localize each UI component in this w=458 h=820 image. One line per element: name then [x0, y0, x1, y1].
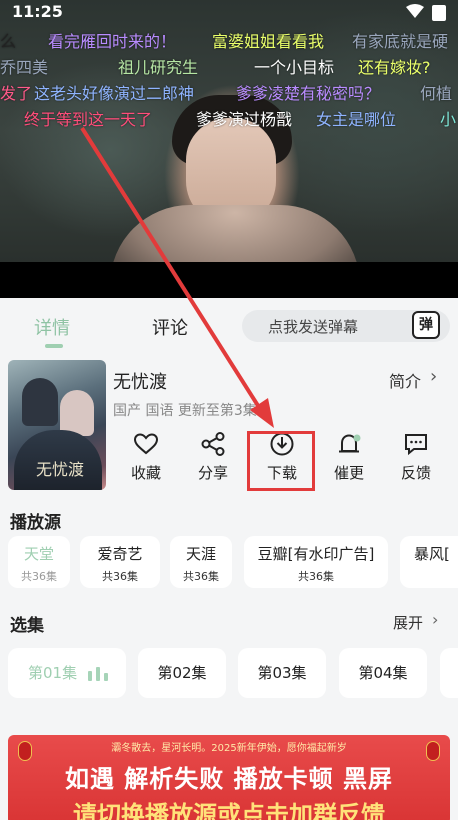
sources-title: 播放源: [10, 513, 61, 533]
danmaku-comment: 发了: [0, 84, 33, 103]
source-name: 豆瓣[有水印广告]: [257, 545, 375, 563]
source-count: 共36集: [102, 570, 138, 583]
episode-button[interactable]: 第03集: [238, 648, 326, 698]
danmaku-comment: 富婆姐姐看看我: [212, 32, 325, 51]
danmaku-comment: 这老头好像演过二郎神: [34, 84, 195, 103]
bell-icon: [339, 434, 361, 453]
urge-update-button[interactable]: 催更: [321, 432, 377, 483]
danmaku-comment: 有家底就是硬: [352, 32, 449, 51]
poster-title: 无忧渡: [36, 460, 85, 479]
danmaku-comment: 么: [0, 32, 17, 51]
danmaku-comment: 小: [440, 110, 457, 129]
source-card[interactable]: 天涯 共36集: [170, 536, 232, 588]
heart-icon: [133, 433, 159, 455]
share-label: 分享: [197, 464, 228, 482]
danmaku-comment: 乔四美: [0, 58, 49, 77]
episode-button[interactable]: 第02集: [138, 648, 226, 698]
danmaku-comment: 爹爹凌楚有秘密吗？: [236, 84, 381, 103]
video-letterbox: [0, 262, 458, 298]
favorite-button[interactable]: 收藏: [118, 432, 174, 483]
feedback-icon: [405, 434, 427, 456]
source-card[interactable]: 爱奇艺 共36集: [80, 536, 160, 588]
danmaku-comment: 还有嫁妆?: [358, 58, 431, 77]
danmaku-comment: 女主是哪位: [316, 110, 397, 129]
banner-greeting: 灞冬散去，星河长明。2025新年伊始，愿你福起新岁: [111, 743, 347, 754]
status-time: 11:25: [12, 2, 63, 21]
danmaku-toggle-button[interactable]: 弹: [412, 311, 440, 339]
danmaku-comment: 祖儿研究生: [118, 58, 199, 77]
share-button[interactable]: 分享: [185, 432, 241, 483]
danmaku-comment: 何植: [420, 84, 453, 103]
download-highlight-box: [247, 431, 315, 491]
show-poster[interactable]: 无忧渡: [8, 360, 106, 490]
expand-link[interactable]: 展开: [393, 612, 423, 633]
detail-panel: 详情 评论 点我发送弹幕 弹 无忧渡 无忧渡 简介 › 国产 国语 更新至第3集…: [0, 298, 458, 820]
episodes-title: 选集: [10, 616, 44, 636]
source-count: 共36集: [298, 570, 334, 583]
intro-link[interactable]: 简介: [389, 368, 421, 392]
tab-comments[interactable]: 评论: [152, 314, 188, 340]
danmaku-comment: 终于等到这一天了: [24, 110, 153, 129]
source-count: 共36集: [183, 570, 219, 583]
status-bar: 11:25: [0, 0, 458, 24]
episode-label: 第01集: [28, 664, 78, 682]
source-card[interactable]: 天堂 共36集: [8, 536, 70, 588]
chevron-right-icon[interactable]: ›: [432, 610, 438, 629]
source-name: 爱奇艺: [97, 545, 143, 563]
poster-figure: [60, 390, 94, 436]
tab-details[interactable]: 详情: [34, 314, 70, 340]
favorite-label: 收藏: [130, 464, 161, 482]
show-meta: 国产 国语 更新至第3集: [113, 403, 257, 419]
source-name: 暴风[: [414, 545, 450, 563]
feedback-button[interactable]: 反馈: [388, 432, 444, 483]
urge-label: 催更: [333, 464, 364, 482]
episode-button[interactable]: [440, 648, 458, 698]
source-name: 天堂: [23, 545, 54, 563]
source-name: 天涯: [185, 545, 216, 563]
episode-button[interactable]: 第04集: [339, 648, 427, 698]
danmaku-comment: 一个小目标: [254, 58, 335, 77]
feedback-label: 反馈: [400, 464, 431, 482]
danmaku-comment: 看完雁回时来的！: [48, 32, 177, 51]
now-playing-icon: [88, 667, 110, 681]
show-title: 无忧渡: [113, 372, 167, 393]
video-player[interactable]: 11:25 么 看完雁回时来的！ 富婆姐姐看看我 有家底就是硬 乔四美 祖儿研究…: [0, 0, 458, 298]
battery-icon: [432, 5, 446, 21]
source-count: 共36集: [21, 570, 57, 583]
banner-line-1: 如遇 解析失败 播放卡顿 黑屏: [64, 765, 394, 793]
source-card[interactable]: 暴风[: [400, 536, 458, 588]
source-card[interactable]: 豆瓣[有水印广告] 共36集: [244, 536, 388, 588]
tab-indicator: [45, 344, 63, 348]
chevron-right-icon[interactable]: ›: [430, 366, 437, 387]
poster-figure: [22, 378, 58, 426]
episode-button[interactable]: 第01集: [8, 648, 126, 698]
danmaku-comment: 爹爹演过杨戬: [196, 110, 293, 129]
notice-banner[interactable]: 灞冬散去，星河长明。2025新年伊始，愿你福起新岁 如遇 解析失败 播放卡顿 黑…: [8, 735, 450, 820]
share-icon: [201, 432, 225, 456]
banner-line-2: 请切换播放源或点击加群反馈: [73, 801, 385, 820]
wifi-icon: [406, 4, 424, 18]
